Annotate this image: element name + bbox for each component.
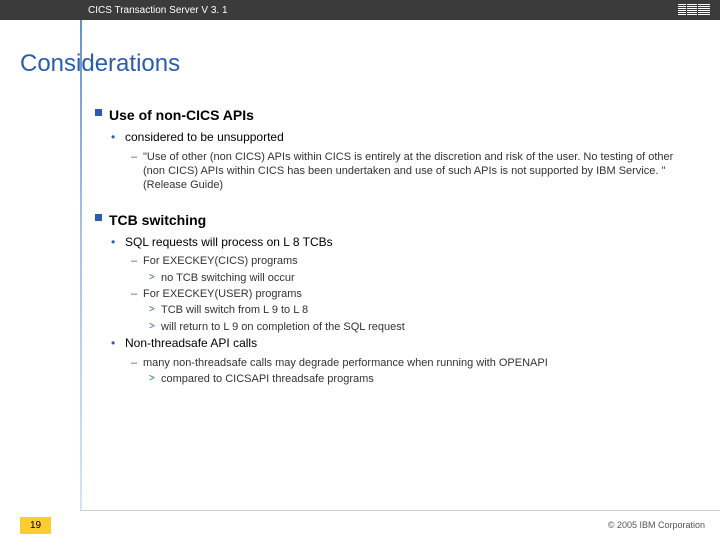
bullet-lvl3: will return to L 9 on completion of the … (95, 320, 720, 334)
header-bar: CICS Transaction Server V 3. 1 (0, 0, 720, 20)
section-heading: Use of non-CICS APIs (95, 106, 720, 124)
bullet-lvl3: TCB will switch from L 9 to L 8 (95, 303, 720, 317)
slide-title: Considerations (20, 50, 720, 78)
bullet-lvl1: SQL requests will process on L 8 TCBs (95, 235, 720, 251)
page-number: 19 (20, 517, 51, 534)
section-tcb-switching: TCB switching SQL requests will process … (95, 211, 720, 386)
slide-body: Use of non-CICS APIs considered to be un… (20, 106, 720, 386)
header-product-title: CICS Transaction Server V 3. 1 (88, 5, 228, 16)
bullet-lvl3: no TCB switching will occur (95, 271, 720, 285)
bullet-lvl2: For EXECKEY(USER) programs (95, 287, 720, 301)
ibm-logo-icon (678, 4, 710, 16)
section-heading: TCB switching (95, 211, 720, 229)
bullet-lvl2: "Use of other (non CICS) APIs within CIC… (95, 150, 720, 193)
bullet-lvl2: many non-threadsafe calls may degrade pe… (95, 356, 720, 370)
footer: 19 © 2005 IBM Corporation (0, 510, 720, 540)
bullet-lvl1: considered to be unsupported (95, 130, 720, 146)
slide-content: Considerations Use of non-CICS APIs cons… (0, 50, 720, 404)
section-non-cics-apis: Use of non-CICS APIs considered to be un… (95, 106, 720, 193)
bullet-lvl3: compared to CICSAPI threadsafe programs (95, 372, 720, 386)
bullet-lvl2: For EXECKEY(CICS) programs (95, 254, 720, 268)
copyright-text: © 2005 IBM Corporation (608, 520, 705, 530)
bullet-lvl1: Non-threadsafe API calls (95, 336, 720, 352)
footer-rule (80, 510, 720, 511)
